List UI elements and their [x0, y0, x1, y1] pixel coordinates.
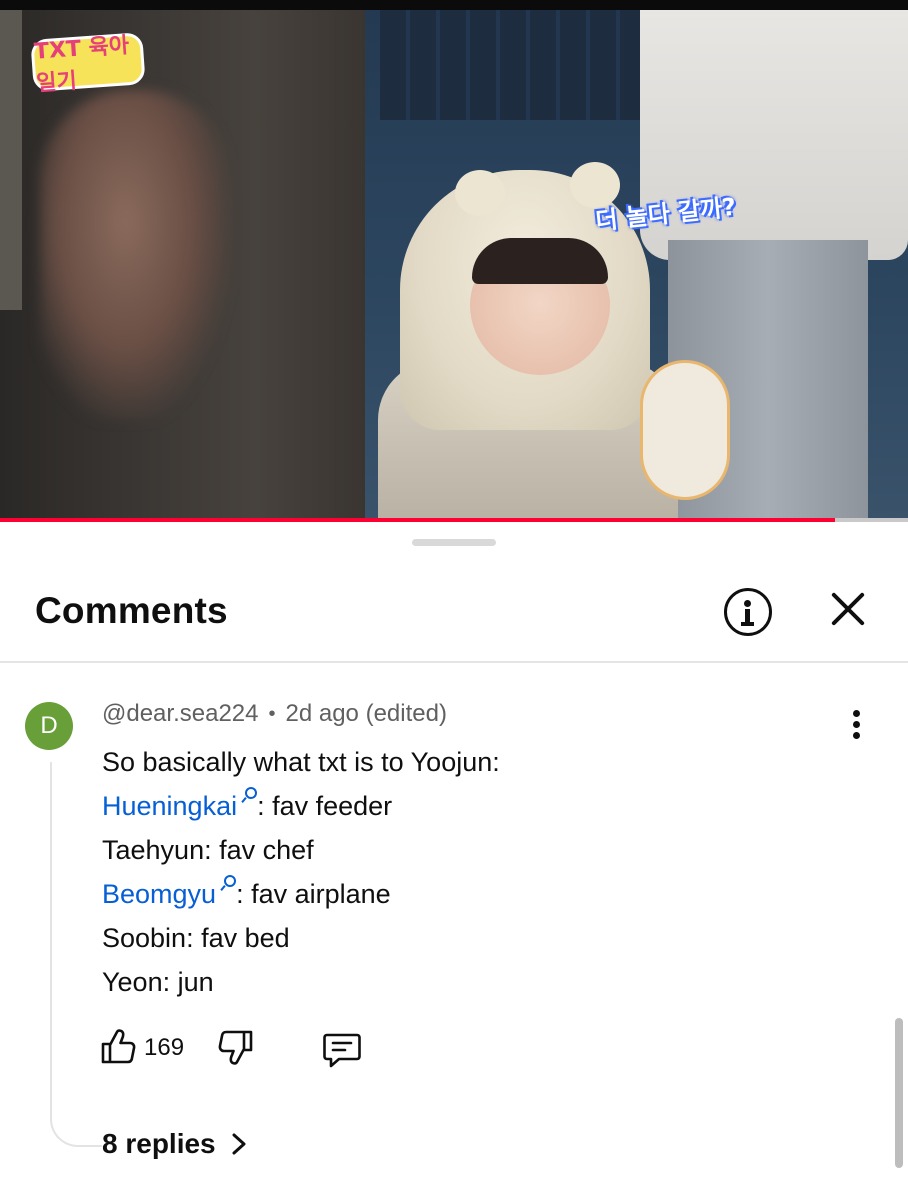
comment-line-text: Soobin: fav bed	[102, 923, 290, 953]
header-divider	[0, 661, 908, 663]
reply-thread-line	[50, 762, 102, 1147]
video-scene-hand	[40, 90, 230, 420]
comment-line: Yeon: jun	[102, 960, 802, 1004]
avatar[interactable]: D	[25, 702, 73, 750]
scrollbar[interactable]	[895, 1018, 903, 1168]
comment-line: Beomgyu : fav airplane	[102, 872, 802, 916]
more-dot	[853, 721, 860, 728]
comments-title: Comments	[35, 590, 228, 631]
comment-line: Hueningkai : fav feeder	[102, 784, 802, 828]
comment-line: So basically what txt is to Yoojun:	[102, 740, 802, 784]
mention-link-beomgyu[interactable]: Beomgyu	[102, 879, 216, 909]
comment-line-text: Yeon: jun	[102, 967, 214, 997]
comment-meta: @dear.sea224 • 2d ago (edited)	[102, 700, 447, 728]
comment-line-text: : fav feeder	[257, 791, 393, 821]
comment-line: Taehyun: fav chef	[102, 828, 802, 872]
comment-line-text: So basically what txt is to Yoojun:	[102, 747, 500, 777]
comment-line-text: : fav airplane	[236, 879, 391, 909]
comment-text: So basically what txt is to Yoojun: Huen…	[102, 740, 802, 1004]
thumbs-down-icon[interactable]	[218, 1029, 254, 1067]
comment-author[interactable]: @dear.sea224	[102, 700, 258, 728]
comments-sheet: Comments D @dear.sea224 • 2d ago (edited…	[0, 522, 908, 1200]
search-icon[interactable]	[221, 875, 237, 897]
more-dot	[853, 732, 860, 739]
channel-logo: TXT 육아일기	[30, 32, 146, 97]
video-player[interactable]: TXT 육아일기 더 놀다 갈까?	[0, 0, 908, 522]
video-scene-baby-hair	[472, 238, 608, 284]
like-count: 169	[144, 1034, 185, 1061]
close-icon[interactable]	[828, 589, 868, 629]
video-scene-door	[0, 10, 22, 310]
comment-line-text: Taehyun: fav chef	[102, 835, 314, 865]
video-scene-window	[380, 10, 650, 120]
reply-icon[interactable]	[322, 1031, 362, 1069]
replies-label: 8 replies	[102, 1128, 216, 1159]
more-options-icon[interactable]	[850, 710, 864, 740]
more-dot	[853, 710, 860, 717]
comment-time: 2d ago (edited)	[285, 700, 447, 727]
info-icon-dot	[744, 600, 751, 607]
chevron-right-icon	[232, 1133, 246, 1155]
video-top-bar	[0, 0, 908, 10]
meta-separator: •	[268, 702, 276, 725]
comment-line: Soobin: fav bed	[102, 916, 802, 960]
info-icon-base	[741, 622, 754, 626]
thumbs-up-icon[interactable]	[100, 1027, 136, 1065]
info-icon[interactable]	[724, 588, 772, 636]
drag-handle[interactable]	[412, 539, 496, 546]
video-scene-toy	[640, 360, 730, 500]
comment-actions: 169	[100, 1027, 400, 1071]
mention-link-hueningkai[interactable]: Hueningkai	[102, 791, 237, 821]
view-replies-button[interactable]: 8 replies	[102, 1128, 248, 1160]
video-scene-baby-ear-left	[455, 170, 505, 216]
search-icon[interactable]	[242, 787, 258, 809]
